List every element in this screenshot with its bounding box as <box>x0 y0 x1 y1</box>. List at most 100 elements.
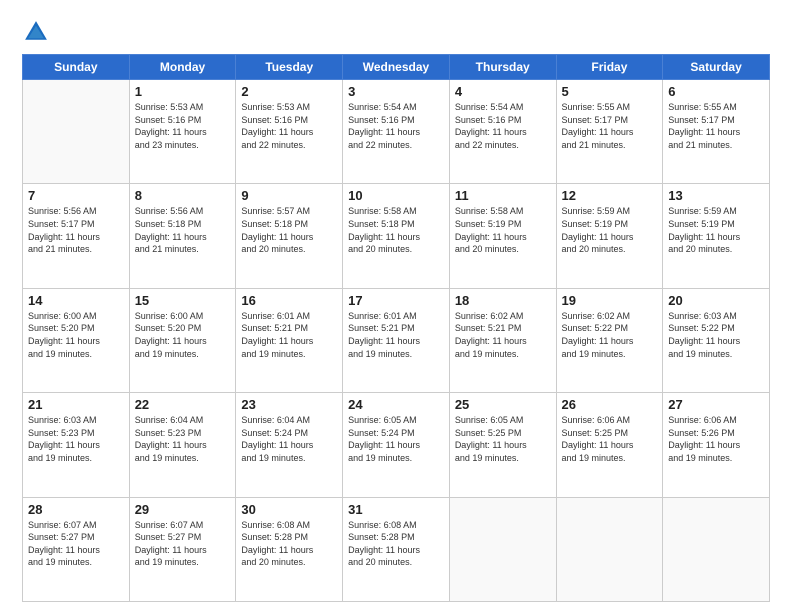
day-header-sunday: Sunday <box>23 55 130 80</box>
calendar-cell: 19Sunrise: 6:02 AM Sunset: 5:22 PM Dayli… <box>556 288 663 392</box>
calendar-cell: 26 Sunrise: 6:06 AM Sunset: 5:25 PM Dayli… <box>556 393 663 497</box>
day-header-wednesday: Wednesday <box>343 55 450 80</box>
day-info: Sunrise: 5:55 AM Sunset: 5:17 PM Dayligh… <box>668 101 764 151</box>
day-info: Sunrise: 5:54 AM Sunset: 5:16 PM Dayligh… <box>348 101 444 151</box>
calendar-week-row: 28 Sunrise: 6:07 AM Sunset: 5:27 PM Dayli… <box>23 497 770 601</box>
day-info: Sunrise: 5:59 AM Sunset: 5:19 PM Dayligh… <box>562 205 658 255</box>
day-number: 30 <box>241 502 337 517</box>
calendar-cell: 30 Sunrise: 6:08 AM Sunset: 5:28 PM Dayli… <box>236 497 343 601</box>
day-number: 21 <box>28 397 124 412</box>
calendar-cell: 25 Sunrise: 6:05 AM Sunset: 5:25 PM Dayli… <box>449 393 556 497</box>
day-number: 4 <box>455 84 551 99</box>
day-number: 3 <box>348 84 444 99</box>
day-number: 1 <box>135 84 231 99</box>
day-info: Sunrise: 5:56 AM Sunset: 5:18 PM Dayligh… <box>135 205 231 255</box>
day-number: 15 <box>135 293 231 308</box>
header <box>22 18 770 46</box>
calendar-cell: 11 Sunrise: 5:58 AM Sunset: 5:19 PM Dayli… <box>449 184 556 288</box>
day-info: Sunrise: 6:05 AM Sunset: 5:25 PM Dayligh… <box>455 414 551 464</box>
day-info: Sunrise: 6:05 AM Sunset: 5:24 PM Dayligh… <box>348 414 444 464</box>
calendar-cell: 20 Sunrise: 6:03 AM Sunset: 5:22 PM Dayli… <box>663 288 770 392</box>
day-info: Sunrise: 5:58 AM Sunset: 5:19 PM Dayligh… <box>455 205 551 255</box>
day-info: Sunrise: 6:08 AM Sunset: 5:28 PM Dayligh… <box>241 519 337 569</box>
day-number: 24 <box>348 397 444 412</box>
day-number: 19 <box>562 293 658 308</box>
day-number: 14 <box>28 293 124 308</box>
calendar-week-row: 7 Sunrise: 5:56 AM Sunset: 5:17 PM Daylig… <box>23 184 770 288</box>
day-info: Sunrise: 6:07 AM Sunset: 5:27 PM Dayligh… <box>28 519 124 569</box>
day-header-tuesday: Tuesday <box>236 55 343 80</box>
day-header-monday: Monday <box>129 55 236 80</box>
day-number: 12 <box>562 188 658 203</box>
day-number: 17 <box>348 293 444 308</box>
calendar-cell: 22 Sunrise: 6:04 AM Sunset: 5:23 PM Dayli… <box>129 393 236 497</box>
calendar-cell: 6 Sunrise: 5:55 AM Sunset: 5:17 PM Daylig… <box>663 80 770 184</box>
day-info: Sunrise: 5:56 AM Sunset: 5:17 PM Dayligh… <box>28 205 124 255</box>
calendar-cell: 7 Sunrise: 5:56 AM Sunset: 5:17 PM Daylig… <box>23 184 130 288</box>
calendar-cell: 1 Sunrise: 5:53 AM Sunset: 5:16 PM Daylig… <box>129 80 236 184</box>
day-number: 6 <box>668 84 764 99</box>
day-info: Sunrise: 5:59 AM Sunset: 5:19 PM Dayligh… <box>668 205 764 255</box>
day-info: Sunrise: 5:53 AM Sunset: 5:16 PM Dayligh… <box>135 101 231 151</box>
day-header-friday: Friday <box>556 55 663 80</box>
calendar-week-row: 21 Sunrise: 6:03 AM Sunset: 5:23 PM Dayli… <box>23 393 770 497</box>
day-number: 5 <box>562 84 658 99</box>
day-number: 16 <box>241 293 337 308</box>
calendar-cell: 10Sunrise: 5:58 AM Sunset: 5:18 PM Dayli… <box>343 184 450 288</box>
day-info: Sunrise: 6:07 AM Sunset: 5:27 PM Dayligh… <box>135 519 231 569</box>
calendar-cell: 4Sunrise: 5:54 AM Sunset: 5:16 PM Daylig… <box>449 80 556 184</box>
day-number: 23 <box>241 397 337 412</box>
calendar-cell: 21 Sunrise: 6:03 AM Sunset: 5:23 PM Dayli… <box>23 393 130 497</box>
calendar-cell <box>23 80 130 184</box>
calendar-cell: 15 Sunrise: 6:00 AM Sunset: 5:20 PM Dayli… <box>129 288 236 392</box>
day-header-thursday: Thursday <box>449 55 556 80</box>
day-info: Sunrise: 6:06 AM Sunset: 5:25 PM Dayligh… <box>562 414 658 464</box>
day-info: Sunrise: 6:00 AM Sunset: 5:20 PM Dayligh… <box>28 310 124 360</box>
day-info: Sunrise: 6:04 AM Sunset: 5:23 PM Dayligh… <box>135 414 231 464</box>
day-info: Sunrise: 5:55 AM Sunset: 5:17 PM Dayligh… <box>562 101 658 151</box>
calendar-cell: 16Sunrise: 6:01 AM Sunset: 5:21 PM Dayli… <box>236 288 343 392</box>
day-number: 26 <box>562 397 658 412</box>
calendar-header-row: SundayMondayTuesdayWednesdayThursdayFrid… <box>23 55 770 80</box>
day-number: 31 <box>348 502 444 517</box>
day-header-saturday: Saturday <box>663 55 770 80</box>
calendar-cell: 23 Sunrise: 6:04 AM Sunset: 5:24 PM Dayli… <box>236 393 343 497</box>
day-info: Sunrise: 5:57 AM Sunset: 5:18 PM Dayligh… <box>241 205 337 255</box>
day-number: 25 <box>455 397 551 412</box>
day-number: 9 <box>241 188 337 203</box>
calendar-week-row: 1 Sunrise: 5:53 AM Sunset: 5:16 PM Daylig… <box>23 80 770 184</box>
calendar: SundayMondayTuesdayWednesdayThursdayFrid… <box>22 54 770 602</box>
day-number: 27 <box>668 397 764 412</box>
day-number: 20 <box>668 293 764 308</box>
day-number: 28 <box>28 502 124 517</box>
calendar-cell: 14 Sunrise: 6:00 AM Sunset: 5:20 PM Dayli… <box>23 288 130 392</box>
calendar-cell: 17 Sunrise: 6:01 AM Sunset: 5:21 PM Dayli… <box>343 288 450 392</box>
day-info: Sunrise: 6:06 AM Sunset: 5:26 PM Dayligh… <box>668 414 764 464</box>
day-number: 22 <box>135 397 231 412</box>
page: SundayMondayTuesdayWednesdayThursdayFrid… <box>0 0 792 612</box>
day-number: 11 <box>455 188 551 203</box>
day-info: Sunrise: 6:00 AM Sunset: 5:20 PM Dayligh… <box>135 310 231 360</box>
calendar-cell: 18Sunrise: 6:02 AM Sunset: 5:21 PM Dayli… <box>449 288 556 392</box>
calendar-cell <box>556 497 663 601</box>
day-info: Sunrise: 5:53 AM Sunset: 5:16 PM Dayligh… <box>241 101 337 151</box>
calendar-cell: 24 Sunrise: 6:05 AM Sunset: 5:24 PM Dayli… <box>343 393 450 497</box>
calendar-cell: 8 Sunrise: 5:56 AM Sunset: 5:18 PM Daylig… <box>129 184 236 288</box>
day-info: Sunrise: 6:01 AM Sunset: 5:21 PM Dayligh… <box>348 310 444 360</box>
day-info: Sunrise: 6:08 AM Sunset: 5:28 PM Dayligh… <box>348 519 444 569</box>
day-info: Sunrise: 6:03 AM Sunset: 5:22 PM Dayligh… <box>668 310 764 360</box>
day-number: 2 <box>241 84 337 99</box>
day-number: 10 <box>348 188 444 203</box>
calendar-cell: 3 Sunrise: 5:54 AM Sunset: 5:16 PM Daylig… <box>343 80 450 184</box>
day-info: Sunrise: 6:04 AM Sunset: 5:24 PM Dayligh… <box>241 414 337 464</box>
calendar-cell: 9 Sunrise: 5:57 AM Sunset: 5:18 PM Daylig… <box>236 184 343 288</box>
day-number: 18 <box>455 293 551 308</box>
day-number: 8 <box>135 188 231 203</box>
calendar-cell: 28 Sunrise: 6:07 AM Sunset: 5:27 PM Dayli… <box>23 497 130 601</box>
day-number: 7 <box>28 188 124 203</box>
calendar-cell: 2 Sunrise: 5:53 AM Sunset: 5:16 PM Daylig… <box>236 80 343 184</box>
day-number: 13 <box>668 188 764 203</box>
calendar-cell: 31 Sunrise: 6:08 AM Sunset: 5:28 PM Dayli… <box>343 497 450 601</box>
calendar-cell: 12 Sunrise: 5:59 AM Sunset: 5:19 PM Dayli… <box>556 184 663 288</box>
day-info: Sunrise: 6:03 AM Sunset: 5:23 PM Dayligh… <box>28 414 124 464</box>
